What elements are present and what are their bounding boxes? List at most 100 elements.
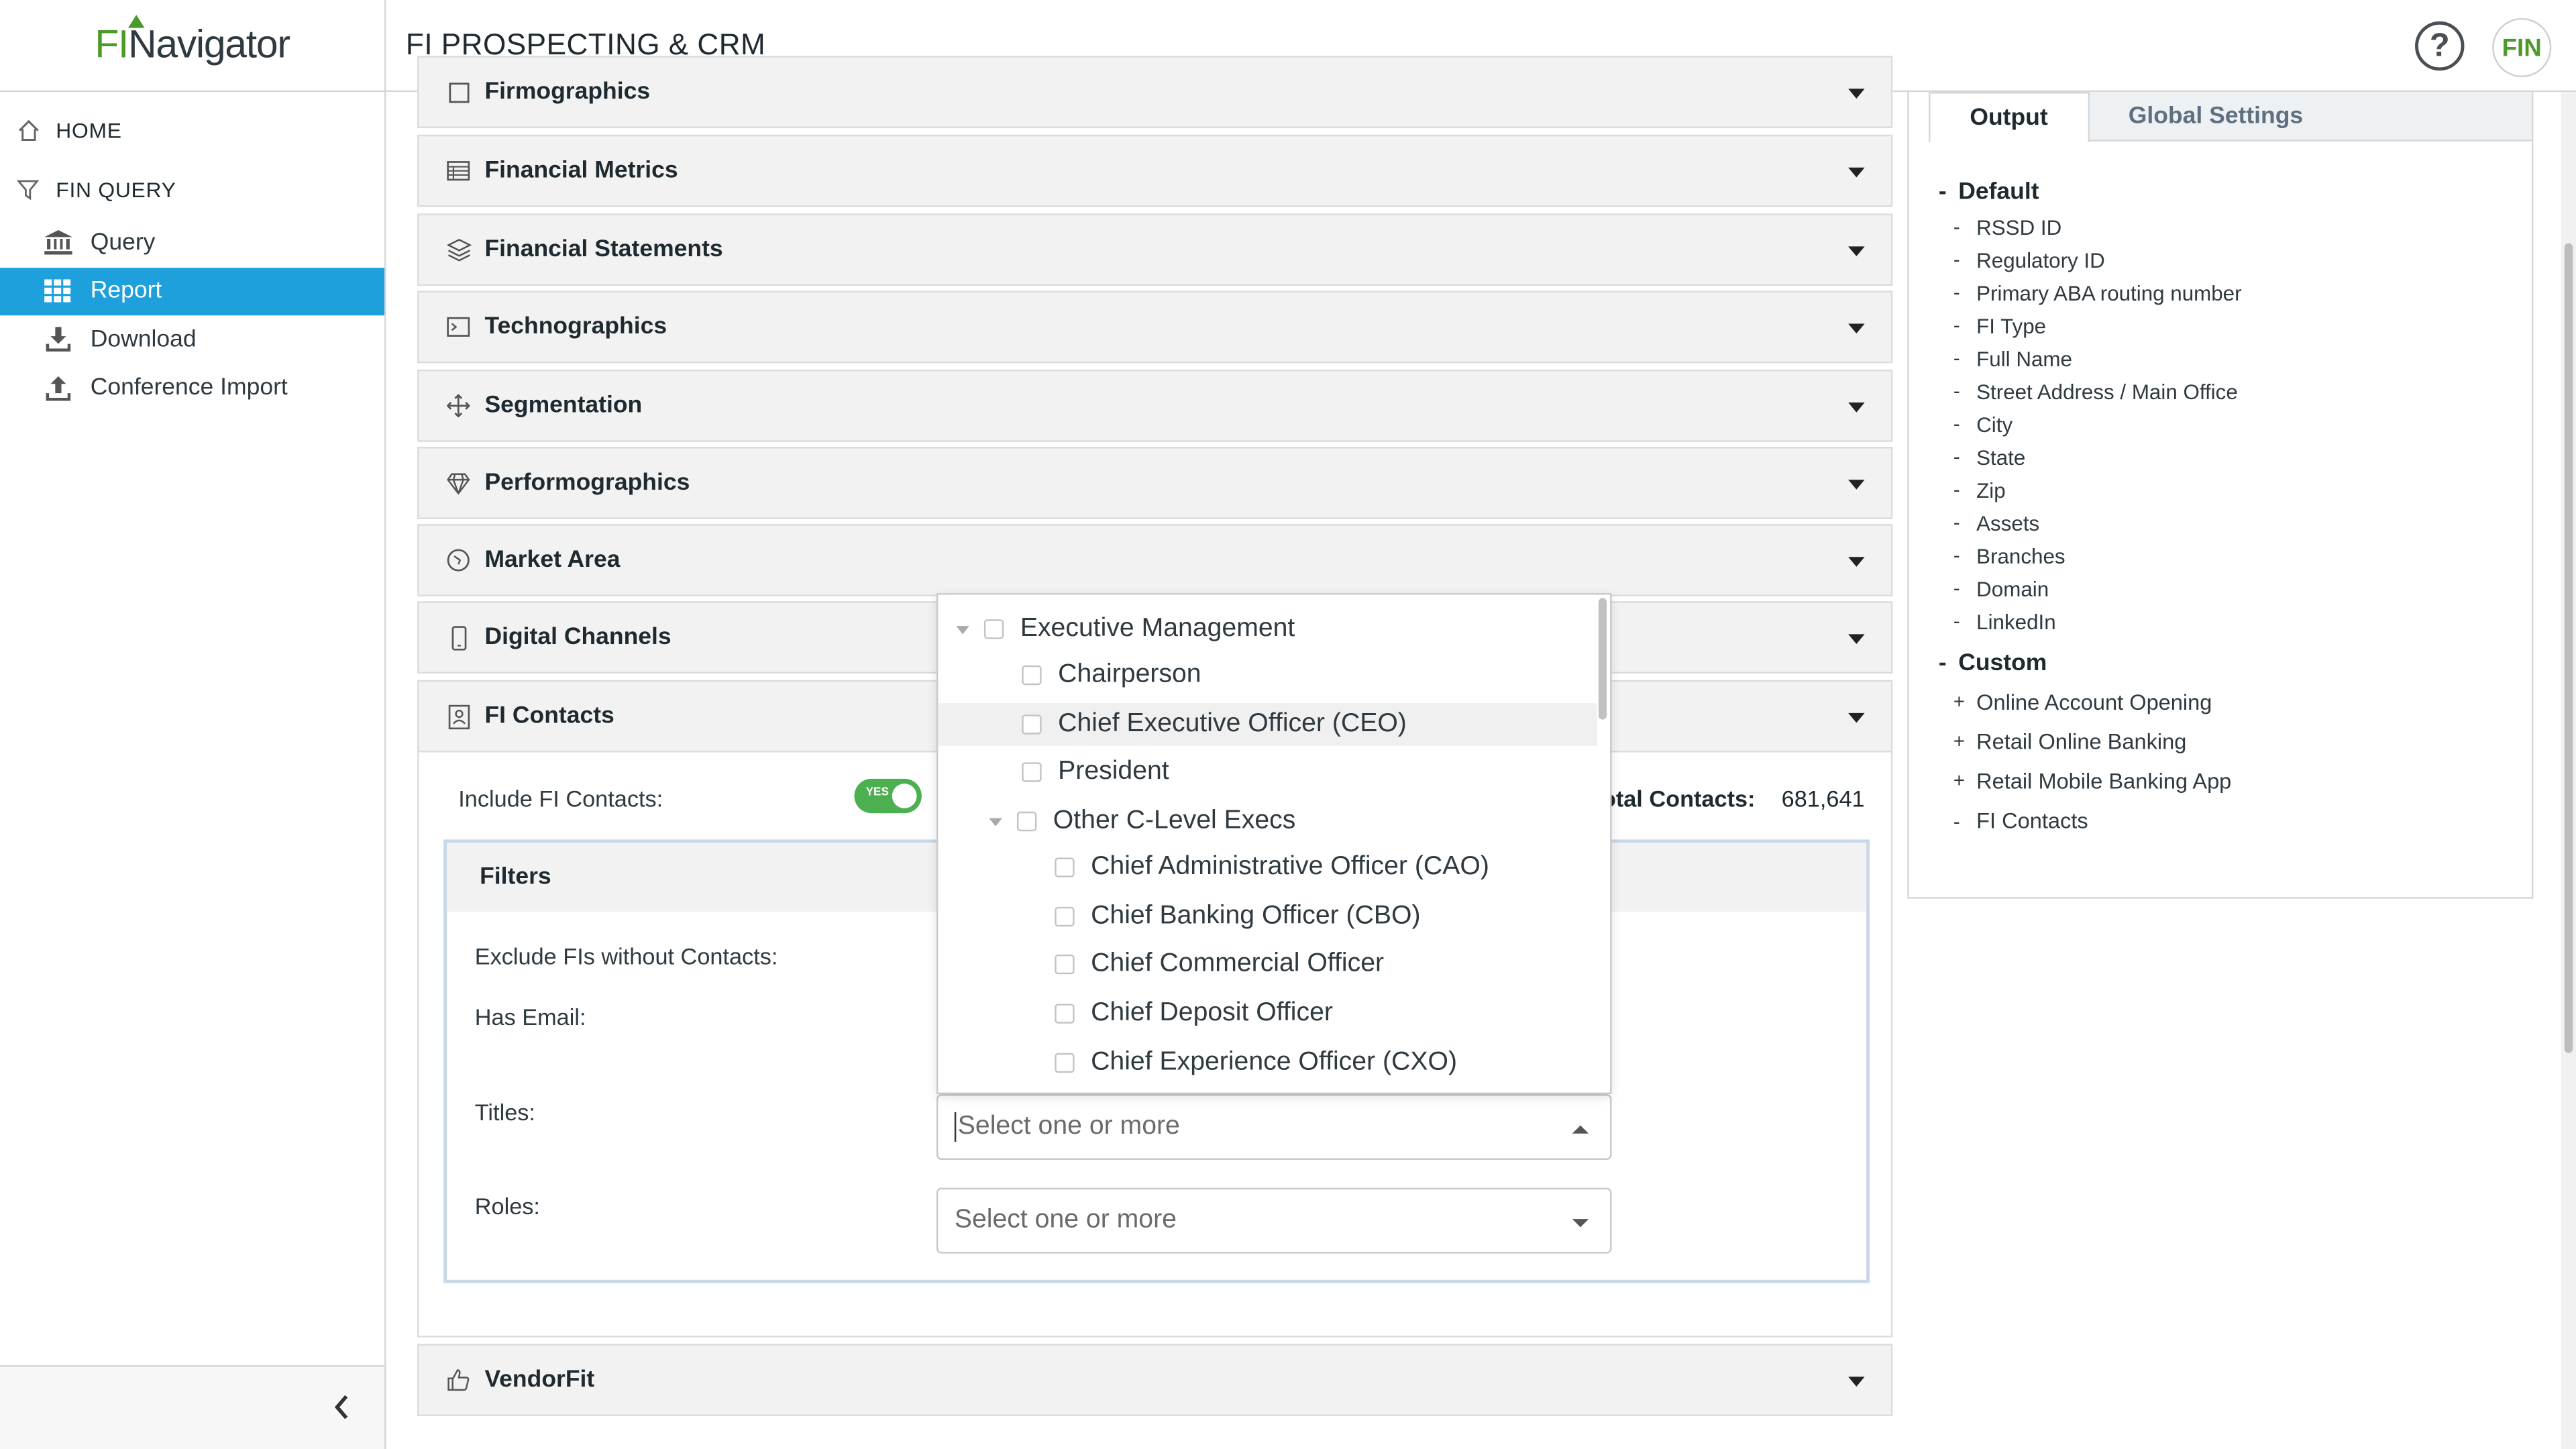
- expand-marker[interactable]: +: [1953, 730, 1976, 753]
- tree-node-chief-deposit[interactable]: Chief Deposit Officer: [938, 992, 1597, 1035]
- output-field-label: Zip: [1976, 477, 2006, 502]
- output-field-item: - Full Name: [1939, 341, 2242, 374]
- expand-caret-icon[interactable]: [989, 817, 1002, 826]
- caret-down-icon: [1848, 402, 1865, 413]
- avatar[interactable]: FIN: [2492, 17, 2552, 78]
- titles-select[interactable]: Select one or more: [936, 1094, 1612, 1160]
- custom-field-item[interactable]: - FI Contacts: [1939, 801, 2242, 841]
- collapse-marker[interactable]: -: [1939, 179, 1958, 205]
- tab-output[interactable]: Output: [1929, 92, 2089, 144]
- sidebar-item-report[interactable]: Report: [0, 266, 385, 316]
- group-default[interactable]: - Default: [1939, 174, 2242, 211]
- bullet-marker: -: [1953, 543, 1960, 567]
- tree-node-label: Chief Experience Officer (CXO): [1091, 1048, 1457, 1077]
- contact-card-icon: [445, 703, 472, 729]
- collapse-marker[interactable]: -: [1939, 651, 1958, 677]
- custom-field-label: Retail Mobile Banking App: [1976, 769, 2232, 794]
- sidebar-item-query[interactable]: Query: [0, 219, 384, 267]
- sidebar-section-fin-query[interactable]: FIN QUERY: [0, 160, 384, 219]
- checkbox[interactable]: [1055, 1053, 1075, 1073]
- titles-dropdown-tree: Executive Management Chairperson Chief E…: [936, 593, 1612, 1095]
- sidebar-section-label: FIN QUERY: [56, 176, 176, 202]
- dropdown-scrollbar[interactable]: [1598, 598, 1607, 720]
- include-contacts-toggle[interactable]: YES: [854, 778, 922, 814]
- grid-icon: [43, 279, 72, 303]
- caret-up-icon: [1572, 1125, 1589, 1134]
- default-list: - RSSD ID - Regulatory ID - Primary ABA routi…: [1939, 210, 2242, 637]
- sidebar: HOME FIN QUERY Query Report Download Con…: [0, 92, 386, 1449]
- accordion-label: Digital Channels: [484, 624, 672, 651]
- total-contacts-label: Total Contacts:: [1589, 785, 1756, 812]
- tab-global-settings[interactable]: Global Settings: [2089, 92, 2343, 141]
- total-contacts: Total Contacts: 681,641: [1589, 786, 1864, 812]
- checkbox[interactable]: [1055, 1004, 1075, 1024]
- checkbox[interactable]: [1055, 857, 1075, 877]
- output-field-item: - Zip: [1939, 473, 2242, 506]
- output-field-item: - Regulatory ID: [1939, 243, 2242, 276]
- tree-node-cao[interactable]: Chief Administrative Officer (CAO): [938, 846, 1597, 889]
- checkbox[interactable]: [1016, 811, 1037, 832]
- tree-node-label: President: [1058, 757, 1169, 786]
- accordion-performographics[interactable]: Performographics: [417, 447, 1893, 519]
- tree-node-executive-management[interactable]: Executive Management: [938, 608, 1597, 651]
- custom-field-item[interactable]: + Retail Online Banking: [1939, 722, 2242, 761]
- collapse-sidebar-button[interactable]: [329, 1393, 355, 1419]
- sidebar-section-home[interactable]: HOME: [0, 100, 384, 159]
- output-field-label: Domain: [1976, 576, 2049, 601]
- checkbox[interactable]: [983, 619, 1004, 639]
- checkbox[interactable]: [1022, 665, 1042, 686]
- expand-marker[interactable]: -: [1953, 810, 1976, 833]
- checkbox[interactable]: [1055, 906, 1075, 927]
- tree-node-cxo[interactable]: Chief Experience Officer (CXO): [938, 1042, 1597, 1085]
- sidebar-item-download[interactable]: Download: [0, 315, 384, 364]
- caret-down-icon: [1848, 480, 1865, 490]
- custom-field-item[interactable]: + Retail Mobile Banking App: [1939, 761, 2242, 801]
- checkbox[interactable]: [1022, 714, 1042, 735]
- tree-node-other-c-level[interactable]: Other C-Level Execs: [938, 800, 1597, 843]
- expand-caret-icon[interactable]: [956, 625, 969, 634]
- tree-node-chief-commercial[interactable]: Chief Commercial Officer: [938, 943, 1597, 986]
- tree-node-ceo[interactable]: Chief Executive Officer (CEO): [938, 703, 1597, 746]
- checkbox[interactable]: [1055, 954, 1075, 975]
- checkbox[interactable]: [1022, 762, 1042, 782]
- help-button[interactable]: ?: [2415, 21, 2465, 71]
- custom-field-label: Online Account Opening: [1976, 689, 2212, 714]
- accordion-vendorfit[interactable]: VendorFit: [417, 1344, 1893, 1417]
- group-custom[interactable]: - Custom: [1939, 645, 2242, 682]
- output-field-label: Branches: [1976, 543, 2065, 568]
- bullet-marker: -: [1953, 248, 1960, 272]
- text-cursor: [954, 1112, 957, 1142]
- upload-icon: [43, 376, 72, 400]
- logo-navigator-text: Navigator: [128, 22, 290, 67]
- accordion-market-area[interactable]: Market Area: [417, 524, 1893, 596]
- tree-node-chairperson[interactable]: Chairperson: [938, 654, 1597, 697]
- logo-triangle-icon: [127, 13, 144, 28]
- sidebar-footer: [0, 1365, 385, 1449]
- output-field-label: State: [1976, 444, 2026, 470]
- page-scrollbar-thumb[interactable]: [2564, 243, 2573, 1053]
- accordion-technographics[interactable]: Technographics: [417, 290, 1893, 364]
- sidebar-item-conference-import[interactable]: Conference Import: [0, 364, 384, 412]
- tree-node-label: Other C-Level Execs: [1053, 806, 1296, 835]
- tree-node-label: Executive Management: [1020, 614, 1295, 643]
- bullet-marker: -: [1953, 346, 1960, 370]
- tree-node-label: Chief Commercial Officer: [1091, 949, 1385, 978]
- toggle-text: YES: [865, 787, 889, 799]
- chevron-left-icon: [334, 1394, 348, 1419]
- expand-marker[interactable]: +: [1953, 690, 1976, 713]
- accordion-financial-metrics[interactable]: Financial Metrics: [417, 134, 1893, 207]
- accordion-label: Technographics: [484, 313, 667, 340]
- roles-select[interactable]: Select one or more: [936, 1187, 1612, 1254]
- tree-node-cbo[interactable]: Chief Banking Officer (CBO): [938, 896, 1597, 938]
- accordion-segmentation[interactable]: Segmentation: [417, 370, 1893, 442]
- expand-marker[interactable]: +: [1953, 769, 1976, 792]
- logo[interactable]: FINavigator: [95, 13, 290, 68]
- accordion-financial-statements[interactable]: Financial Statements: [417, 213, 1893, 286]
- sidebar-section-label: HOME: [56, 117, 122, 142]
- accordion-label: FI Contacts: [484, 703, 614, 730]
- page-scrollbar[interactable]: [2561, 92, 2576, 1449]
- custom-field-item[interactable]: + Online Account Opening: [1939, 682, 2242, 721]
- tree-node-president[interactable]: President: [938, 751, 1597, 794]
- logo-fi-text: FI: [95, 22, 129, 67]
- accordion-firmographics[interactable]: Firmographics: [417, 56, 1893, 129]
